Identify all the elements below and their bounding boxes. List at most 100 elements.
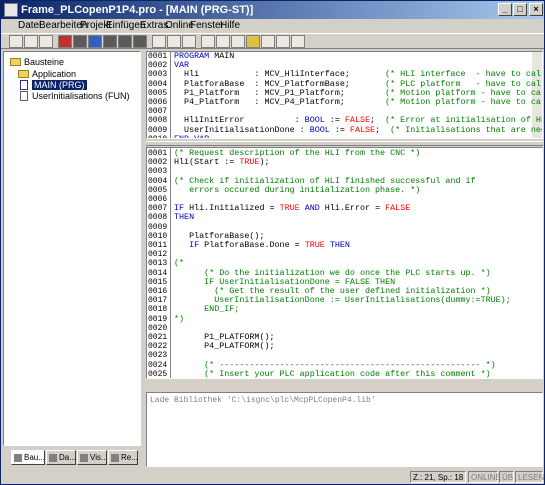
code-line: P4_Platform : MCV_P4_Platform; (* Motion… <box>174 97 543 107</box>
run-icon[interactable] <box>88 35 102 48</box>
line-number: 0008 <box>148 116 168 126</box>
line-number: 0013 <box>148 259 168 269</box>
line-number: 0004 <box>148 79 168 89</box>
line-number: 0003 <box>148 167 168 177</box>
copy-icon[interactable] <box>167 35 181 48</box>
app-icon <box>4 3 18 17</box>
tab-visualisierungen[interactable]: Vis... <box>77 450 107 465</box>
editor-splitter[interactable] <box>146 141 543 146</box>
line-number: 0005 <box>148 185 168 195</box>
line-number: 0015 <box>148 277 168 287</box>
code-line: Hli(Start := TRUE); <box>174 157 270 168</box>
message-window: Lade Bibliothek 'C:\isgnc\plc\McpPLCopen… <box>146 392 543 467</box>
folder-icon <box>10 58 21 66</box>
reset-icon[interactable] <box>133 35 147 48</box>
new-icon[interactable] <box>9 35 23 48</box>
toolbar <box>1 33 544 49</box>
menu-hilfe[interactable]: Hilfe <box>220 20 240 31</box>
code-line: P4_PLATFORM(); <box>174 341 275 352</box>
line-number: 0008 <box>148 213 168 223</box>
status-ub: ÜB <box>499 471 514 483</box>
line-number: 0017 <box>148 296 168 306</box>
open-icon[interactable] <box>24 35 38 48</box>
tree-item-userinitialisations[interactable]: UserInitialisations (FUN) <box>32 91 130 101</box>
tab-datentypen[interactable]: Da... <box>46 450 76 465</box>
tool-c-icon[interactable] <box>276 35 290 48</box>
tab-icon <box>49 454 57 462</box>
save-icon[interactable] <box>39 35 53 48</box>
line-number: 0005 <box>148 88 168 98</box>
tree-item-main[interactable]: MAIN (PRG) <box>32 80 87 90</box>
line-number: 0006 <box>148 98 168 107</box>
tree-tabs: Bau... Da... Vis... Re... <box>3 448 141 468</box>
title-bar: Frame_PLCopenP1P4.pro - [MAIN (PRG-ST)] … <box>1 1 544 19</box>
application-window: Frame_PLCopenP1P4.pro - [MAIN (PRG-ST)] … <box>0 0 545 485</box>
tool-a-icon[interactable] <box>246 35 260 48</box>
breakpoint-icon[interactable] <box>118 35 132 48</box>
line-number: 0010 <box>148 231 168 241</box>
line-number: 0001 <box>148 149 168 158</box>
find-next-icon[interactable] <box>216 35 230 48</box>
stop-icon[interactable] <box>58 35 72 48</box>
code-line: IF PlatforaBase.Done = TRUE THEN <box>189 240 350 250</box>
replace-icon[interactable] <box>231 35 245 48</box>
function-icon <box>20 91 28 101</box>
cut-icon[interactable] <box>152 35 166 48</box>
close-button[interactable]: × <box>529 3 543 16</box>
cursor-position: Z.: 21, Sp.: 18 <box>410 471 466 483</box>
status-online: ONLINE <box>468 471 501 483</box>
line-number: 0022 <box>148 342 168 352</box>
message-text: Lade Bibliothek 'C:\isgnc\plc\McpPLCopen… <box>150 396 376 405</box>
line-number: 0010 <box>148 135 167 138</box>
line-number: 0001 <box>148 52 168 61</box>
step-icon[interactable] <box>103 35 117 48</box>
tab-bausteine[interactable]: Bau... <box>11 450 45 465</box>
line-number: 0025 <box>148 369 168 379</box>
line-number: 0007 <box>148 204 168 214</box>
line-number: 0024 <box>148 360 168 370</box>
code-line: errors occured during initialization pha… <box>174 184 421 195</box>
line-number: 0011 <box>148 241 168 250</box>
line-number: 0004 <box>148 176 168 186</box>
declaration-editor[interactable]: 0001 PROGRAM MAIN 0002 VAR 0003 Hli : MCV_Hl… <box>146 51 543 139</box>
tree-root[interactable]: Bausteine <box>24 57 64 67</box>
maximize-button[interactable]: □ <box>513 3 527 16</box>
tool-d-icon[interactable] <box>291 35 305 48</box>
line-number: 0020 <box>148 323 168 333</box>
find-icon[interactable] <box>201 35 215 48</box>
code-editor[interactable]: 0001 (* Request description of the HLI fr… <box>146 147 543 379</box>
line-number: 0009 <box>148 222 168 232</box>
line-number: 0006 <box>148 195 168 204</box>
program-icon <box>20 80 28 90</box>
status-bar: Z.: 21, Sp.: 18 ONLINE ÜB LESEN <box>1 470 544 484</box>
minimize-button[interactable]: _ <box>498 3 512 16</box>
tree-item-application[interactable]: Application <box>32 69 76 79</box>
line-number: 0021 <box>148 333 168 342</box>
line-number: 0019 <box>148 314 168 324</box>
line-number: 0016 <box>148 287 168 296</box>
line-number: 0002 <box>148 61 168 71</box>
login-icon[interactable] <box>73 35 87 48</box>
window-title: Frame_PLCopenP1P4.pro - [MAIN (PRG-ST)] <box>21 4 254 16</box>
tab-ressourcen[interactable]: Re... <box>108 450 138 465</box>
tool-b-icon[interactable] <box>261 35 275 48</box>
code-line: END_VAR <box>174 133 210 139</box>
line-number: 0002 <box>148 158 168 168</box>
line-number: 0007 <box>148 107 168 117</box>
object-tree: Bausteine Application MAIN (PRG) UserIni… <box>3 51 141 446</box>
folder-icon <box>18 70 29 78</box>
code-line: *) <box>174 313 185 324</box>
status-lesen: LESEN <box>515 471 544 483</box>
tab-icon <box>80 454 88 462</box>
paste-icon[interactable] <box>182 35 196 48</box>
menu-datei[interactable]: Datei <box>18 20 41 31</box>
line-number: 0003 <box>148 70 168 80</box>
line-number: 0014 <box>148 268 168 278</box>
menu-fenster[interactable]: Fenster <box>190 20 224 31</box>
code-line: UserInitialisationDone : BOOL := FALSE; … <box>174 124 543 135</box>
tab-icon <box>14 454 22 462</box>
code-line: IF Hli.Initialized = TRUE AND Hli.Error … <box>174 203 411 214</box>
menu-bar: Datei Bearbeiten Projekt Einfügen Extras… <box>1 19 544 33</box>
line-number: 0023 <box>148 351 168 361</box>
horizontal-scrollbar[interactable] <box>146 379 543 389</box>
